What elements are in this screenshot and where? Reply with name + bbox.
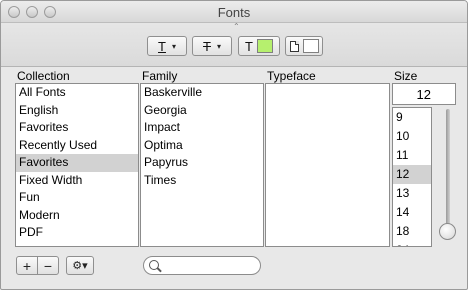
size-list[interactable]: 910111213141824 bbox=[392, 107, 432, 247]
add-collection-button[interactable]: + bbox=[16, 256, 38, 275]
size-item[interactable]: 11 bbox=[393, 146, 431, 165]
search-input[interactable] bbox=[143, 256, 261, 275]
collection-list[interactable]: All Fonts English Favorites Recently Used Fa… bbox=[15, 83, 139, 247]
text-color-button[interactable]: T bbox=[238, 36, 280, 56]
size-item[interactable]: 10 bbox=[393, 127, 431, 146]
underline-button[interactable]: T ▾ bbox=[147, 36, 187, 56]
search-icon bbox=[149, 260, 159, 270]
size-slider-track[interactable] bbox=[446, 109, 450, 237]
collection-item[interactable]: English bbox=[16, 102, 138, 120]
document-color-button[interactable] bbox=[285, 36, 323, 56]
document-icon bbox=[289, 40, 299, 52]
family-item[interactable]: Impact bbox=[141, 119, 263, 137]
text-color-icon: T bbox=[245, 38, 253, 54]
size-item[interactable]: 12 bbox=[393, 165, 431, 184]
gear-icon[interactable]: ⚙▾ bbox=[66, 256, 94, 275]
size-input[interactable] bbox=[392, 83, 456, 105]
chevron-down-icon: ▾ bbox=[171, 41, 176, 51]
collection-item[interactable]: Fun bbox=[16, 189, 138, 207]
family-list[interactable]: Baskerville Georgia Impact Optima Papyrus Tim… bbox=[140, 83, 264, 247]
family-header: Family bbox=[142, 69, 178, 83]
collection-item[interactable]: Recently Used bbox=[16, 137, 138, 155]
family-item[interactable]: Papyrus bbox=[141, 154, 263, 172]
collection-item[interactable]: Favorites bbox=[16, 154, 138, 172]
document-color-swatch bbox=[302, 39, 319, 53]
family-item[interactable]: Times bbox=[141, 172, 263, 190]
size-item[interactable]: 18 bbox=[393, 222, 431, 241]
size-header: Size bbox=[394, 69, 418, 83]
toolbar-resize-icon[interactable]: ⌃ bbox=[233, 23, 240, 31]
size-item[interactable]: 24 bbox=[393, 241, 431, 246]
collection-item[interactable]: Favorites bbox=[16, 119, 138, 137]
family-item[interactable]: Georgia bbox=[141, 102, 263, 120]
title-bar[interactable]: Fonts bbox=[1, 1, 467, 23]
collection-header: Collection bbox=[17, 69, 70, 83]
collection-item[interactable]: PDF bbox=[16, 224, 138, 242]
typeface-list[interactable] bbox=[265, 83, 390, 247]
size-slider-knob[interactable] bbox=[439, 223, 456, 240]
typeface-header: Typeface bbox=[267, 69, 316, 83]
remove-collection-button[interactable]: − bbox=[37, 256, 59, 275]
window-title: Fonts bbox=[217, 5, 251, 20]
strikethrough-icon: T bbox=[203, 38, 211, 54]
collection-item[interactable]: Modern bbox=[16, 207, 138, 225]
underline-icon: T bbox=[158, 38, 166, 54]
size-item[interactable]: 14 bbox=[393, 203, 431, 222]
family-item[interactable]: Baskerville bbox=[141, 84, 263, 102]
size-item[interactable]: 9 bbox=[393, 108, 431, 127]
chevron-down-icon: ▾ bbox=[216, 41, 221, 51]
family-item[interactable]: Optima bbox=[141, 137, 263, 155]
size-item[interactable]: 13 bbox=[393, 184, 431, 203]
text-color-swatch bbox=[256, 39, 273, 53]
fonts-window: Fonts T ▾ T ▾ T ⌃ Collection Family Type… bbox=[0, 0, 468, 290]
collection-item[interactable]: Fixed Width bbox=[16, 172, 138, 190]
collection-item[interactable]: All Fonts bbox=[16, 84, 138, 102]
strikethrough-button[interactable]: T ▾ bbox=[192, 36, 232, 56]
